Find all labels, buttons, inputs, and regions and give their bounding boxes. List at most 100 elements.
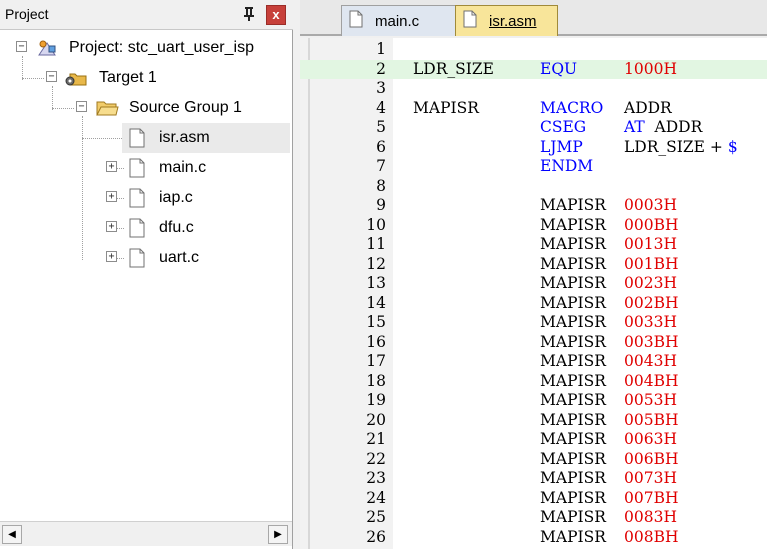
code-operand: 0053H [624,391,677,409]
tree-item-label: isr.asm [159,129,210,146]
code-line[interactable]: 13 MAPISR 0023H [300,274,767,294]
code-operand: 002BH [624,293,679,312]
folder-icon [95,98,119,118]
tab-main-c[interactable]: main.c [341,5,456,36]
line-number: 19 [366,391,386,409]
code-line[interactable]: 10 MAPISR 000BH [300,216,767,236]
collapse-icon[interactable]: − [76,101,87,112]
code-operand: AT ADDR [624,118,703,136]
code-line[interactable]: 19 MAPISR 0053H [300,391,767,411]
expand-icon[interactable]: + [106,221,117,232]
code-line[interactable]: 15 MAPISR 0033H [300,313,767,333]
code-operand: 0023H [624,274,677,292]
code-instruction: MAPISR [540,254,606,273]
code-operand: 004BH [624,371,679,390]
pin-icon[interactable] [242,6,256,22]
code-instruction: CSEG [540,118,587,136]
expand-icon[interactable]: + [106,251,117,262]
panel-splitter[interactable] [293,0,300,549]
project-panel-title: Project [5,6,49,22]
code-line[interactable]: 6 LJMP LDR_SIZE + $ [300,138,767,158]
tree-line [82,138,124,139]
code-instruction: MAPISR [540,332,606,351]
line-number: 21 [366,430,386,448]
line-number: 16 [366,332,386,351]
code-instruction: MAPISR [540,352,606,370]
code-line[interactable]: 11 MAPISR 0013H [300,235,767,255]
code-editor[interactable]: 1 2 LDR_SIZE EQU 1000H 3 4 MAPISR MACRO ADDR 5 CSEG… [300,38,767,549]
code-line[interactable]: 8 [300,177,767,197]
code-line[interactable]: 17 MAPISR 0043H [300,352,767,372]
collapse-icon[interactable]: − [46,71,57,82]
expand-icon[interactable]: + [106,161,117,172]
tree-item-target[interactable]: − Target 1 [0,63,292,93]
code-instruction: MAPISR [540,508,606,526]
tree-item-label: uart.c [159,249,200,266]
code-line[interactable]: 26 MAPISR 008BH [300,528,767,548]
code-line[interactable]: 7 ENDM [300,157,767,177]
code-line[interactable]: 24 MAPISR 007BH [300,489,767,509]
tab-isr-asm[interactable]: isr.asm [455,5,558,36]
project-panel: Project x − Project: stc_uart_user_isp − [0,0,293,549]
file-icon [349,10,363,28]
line-number: 5 [376,118,386,136]
tree-item-project[interactable]: − Project: stc_uart_user_isp [0,33,292,63]
code-line[interactable]: 2 LDR_SIZE EQU 1000H [300,59,767,79]
line-number: 17 [366,352,386,370]
code-line[interactable]: 14 MAPISR 002BH [300,294,767,314]
line-number: 20 [366,410,386,429]
code-instruction: MAPISR [540,449,606,468]
target-icon [64,68,87,88]
code-line[interactable]: 4 MAPISR MACRO ADDR [300,99,767,119]
code-line[interactable]: 20 MAPISR 005BH [300,411,767,431]
code-line[interactable]: 12 MAPISR 001BH [300,255,767,275]
tree-item-source-group[interactable]: − Source Group 1 [0,93,292,123]
project-icon [36,38,58,58]
line-number: 15 [366,313,386,331]
editor-tab-bar: main.c isr.asm [300,0,767,36]
tree-item-label: main.c [159,159,207,176]
close-panel-button[interactable]: x [266,5,286,25]
horizontal-scrollbar[interactable]: ◀ ▶ [0,521,292,546]
scroll-left-icon[interactable]: ◀ [2,525,22,544]
code-line[interactable]: 3 [300,79,767,99]
tree-item-file[interactable]: + main.c [0,153,292,183]
code-instruction: ENDM [540,157,594,175]
tree-item-label: Source Group 1 [129,99,242,116]
code-line[interactable]: 9 MAPISR 0003H [300,196,767,216]
tree-item-file[interactable]: isr.asm [122,123,290,153]
tree-item-file[interactable]: + iap.c [0,183,292,213]
line-number: 11 [366,235,386,253]
line-number: 25 [366,508,386,526]
file-icon [127,158,149,178]
code-line[interactable]: 1 [300,40,767,60]
collapse-icon[interactable]: − [16,41,27,52]
line-number: 4 [376,98,386,117]
line-number: 13 [366,274,386,292]
code-operand: 008BH [624,527,679,546]
code-line[interactable]: 23 MAPISR 0073H [300,469,767,489]
scrollbar-track[interactable] [22,525,268,544]
code-instruction: MAPISR [540,293,606,312]
expand-icon[interactable]: + [106,191,117,202]
code-instruction: MACRO [540,98,604,117]
code-line[interactable]: 5 CSEG AT ADDR [300,118,767,138]
code-line[interactable]: 22 MAPISR 006BH [300,450,767,470]
tree-item-file[interactable]: + uart.c [0,243,292,273]
code-line[interactable]: 18 MAPISR 004BH [300,372,767,392]
code-instruction: MAPISR [540,371,606,390]
code-instruction: MAPISR [540,235,606,253]
line-number: 12 [366,254,386,273]
file-icon [127,128,149,148]
code-line[interactable]: 16 MAPISR 003BH [300,333,767,353]
code-instruction: MAPISR [540,391,606,409]
tab-label: main.c [375,13,420,30]
tree-item-file[interactable]: + dfu.c [0,213,292,243]
line-number: 14 [366,293,386,312]
line-number: 26 [366,527,386,546]
code-line[interactable]: 25 MAPISR 0083H [300,508,767,528]
line-number: 22 [366,449,386,468]
scroll-right-icon[interactable]: ▶ [268,525,288,544]
code-operand: 003BH [624,332,679,351]
code-line[interactable]: 21 MAPISR 0063H [300,430,767,450]
